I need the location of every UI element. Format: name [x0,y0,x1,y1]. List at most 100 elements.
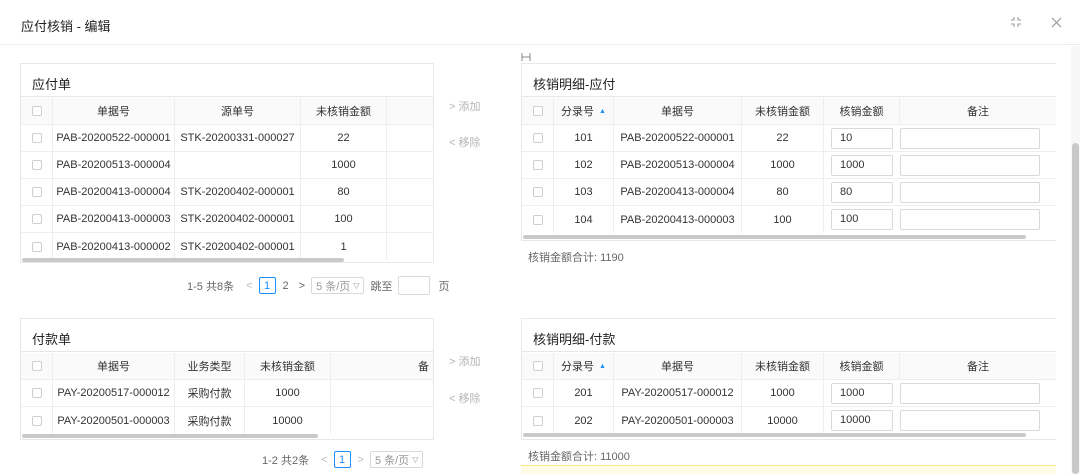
col-doc-no[interactable]: 单据号 [53,353,175,379]
payable-panel-title: 应付单 [21,64,433,97]
col-remark-partial[interactable]: 备 [331,353,433,379]
col-seq[interactable]: 分录号 ▲ [554,98,614,124]
row-checkbox[interactable] [21,380,53,406]
table-row[interactable]: 103 PAB-20200413-000004 80 80 [522,179,1056,206]
row-checkbox[interactable] [522,380,554,406]
table-row[interactable]: 202 PAY-20200501-000003 10000 10000 [522,407,1056,434]
col-biz-type[interactable]: 业务类型 [175,353,245,379]
chevron-down-icon: ▽ [412,455,419,464]
table-row[interactable]: 102 PAB-20200513-000004 1000 1000 [522,152,1056,179]
sort-icon[interactable]: ▲ [599,363,606,370]
row-checkbox[interactable] [21,233,53,260]
col-writeoff-amount[interactable]: 核销金额 [824,353,900,379]
select-all-checkbox[interactable] [522,353,554,379]
pager-prev-icon[interactable]: < [246,280,252,292]
pager-summary: 1-5 共8条 [187,280,235,293]
cell-extra [387,179,433,205]
fullscreen-icon[interactable] [1006,12,1026,32]
col-unwritten-amount[interactable]: 未核销金额 [742,353,824,379]
select-all-checkbox[interactable] [522,98,554,124]
table-hscrollbar[interactable] [22,434,318,438]
table-row[interactable]: PAB-20200522-000001 STK-20200331-000027 … [21,125,433,152]
select-all-checkbox[interactable] [21,98,53,124]
table-hscrollbar[interactable] [523,235,1026,239]
row-checkbox[interactable] [522,179,554,205]
table-row[interactable]: PAY-20200501-000003 采购付款 10000 [21,407,433,434]
resize-handle-icon[interactable] [521,50,531,64]
table-hscrollbar[interactable] [22,258,344,262]
table-row[interactable]: 201 PAY-20200517-000012 1000 1000 [522,380,1056,407]
remark-input[interactable] [900,382,1040,404]
row-checkbox[interactable] [21,125,53,151]
remark-input[interactable] [900,181,1040,203]
remark-input[interactable] [900,154,1040,176]
cell-src-no: STK-20200402-000001 [175,233,301,260]
detail-payment-title: 核销明细-付款 [522,319,1056,352]
table-hscrollbar[interactable] [523,433,1026,437]
cell-remark [900,152,1056,178]
pager-page-2[interactable]: 2 [283,280,289,292]
writeoff-input[interactable]: 100 [831,209,893,230]
cell-remark [900,179,1056,205]
cell-doc-no: PAB-20200522-000001 [614,125,742,151]
remark-input[interactable] [900,209,1040,230]
payment-table-header: 单据号 业务类型 未核销金额 备 [21,353,433,380]
remark-input[interactable] [900,410,1040,431]
sort-icon[interactable]: ▲ [599,108,606,115]
writeoff-input[interactable]: 1000 [831,382,893,404]
table-row[interactable]: PAB-20200413-000003 STK-20200402-000001 … [21,206,433,233]
pager-page-current[interactable]: 1 [333,451,351,468]
row-checkbox[interactable] [21,179,53,205]
col-src-no[interactable]: 源单号 [175,98,301,124]
writeoff-total-payable: 核销金额合计: 1190 [528,252,624,264]
table-row[interactable]: PAB-20200513-000004 1000 [21,152,433,179]
pager-next-icon[interactable]: > [299,280,305,292]
dialog-scrollbar-thumb[interactable] [1072,143,1079,474]
select-all-checkbox[interactable] [21,353,53,379]
cell-remark [900,125,1056,151]
pager-page-current[interactable]: 1 [258,277,276,294]
pager-prev-icon[interactable]: < [321,454,327,466]
pager-next-icon[interactable]: > [358,454,364,466]
cell-extra [387,152,433,178]
col-writeoff-amount[interactable]: 核销金额 [824,98,900,124]
remove-button-payment[interactable]: < 移除 [449,390,480,406]
add-button-payment[interactable]: > 添加 [449,353,480,369]
table-row[interactable]: 104 PAB-20200413-000003 100 100 [522,206,1056,233]
row-checkbox[interactable] [522,206,554,233]
pager-jump-input[interactable] [398,276,431,295]
writeoff-input[interactable]: 80 [831,181,893,203]
col-doc-no[interactable]: 单据号 [614,353,742,379]
writeoff-input[interactable]: 10 [831,127,893,149]
writeoff-input[interactable]: 1000 [831,154,893,176]
col-remark[interactable]: 备注 [900,98,1056,124]
remark-input[interactable] [900,127,1040,149]
row-checkbox[interactable] [522,125,554,151]
col-doc-no[interactable]: 单据号 [53,98,175,124]
col-seq[interactable]: 分录号 ▲ [554,353,614,379]
table-row[interactable]: 101 PAB-20200522-000001 22 10 [522,125,1056,152]
add-button-payable[interactable]: > 添加 [449,98,480,114]
col-unwritten-amount[interactable]: 未核销金额 [301,98,387,124]
row-checkbox[interactable] [21,407,53,434]
row-checkbox[interactable] [522,407,554,434]
detail-payable-header: 分录号 ▲ 单据号 未核销金额 核销金额 备注 [522,98,1056,125]
col-remark[interactable]: 备注 [900,353,1056,379]
col-unwritten-amount[interactable]: 未核销金额 [245,353,331,379]
remove-button-payable[interactable]: < 移除 [449,134,480,150]
table-row[interactable]: PAY-20200517-000012 采购付款 1000 [21,380,433,407]
close-icon[interactable] [1046,12,1066,32]
table-row[interactable]: PAB-20200413-000002 STK-20200402-000001 … [21,233,433,260]
col-unwritten-amount[interactable]: 未核销金额 [742,98,824,124]
writeoff-input[interactable]: 10000 [831,410,893,431]
row-checkbox[interactable] [21,206,53,232]
payment-panel: 付款单 单据号 业务类型 未核销金额 备 PAY-20200517-000012… [20,318,434,440]
cell-src-no: STK-20200402-000001 [175,179,301,205]
row-checkbox[interactable] [522,152,554,178]
row-checkbox[interactable] [21,152,53,178]
pager-size-select[interactable]: 5 条/页 ▽ [369,451,424,468]
pager-size-select[interactable]: 5 条/页 ▽ [311,277,365,294]
table-row[interactable]: PAB-20200413-000004 STK-20200402-000001 … [21,179,433,206]
col-doc-no[interactable]: 单据号 [614,98,742,124]
detail-payment-header: 分录号 ▲ 单据号 未核销金额 核销金额 备注 [522,353,1056,380]
